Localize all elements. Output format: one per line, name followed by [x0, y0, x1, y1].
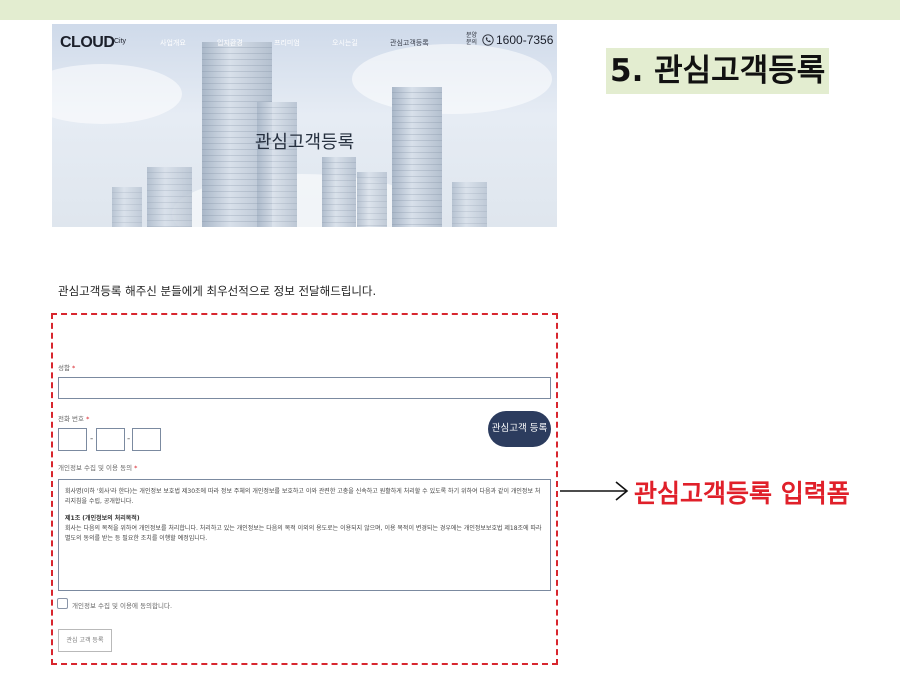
consent-agree-text[interactable]: 개인정보 수집 및 이용에 동의합니다. [72, 600, 172, 610]
required-mark: * [134, 464, 138, 472]
logo-subtitle: City [114, 38, 127, 45]
section-title: 5. 관심고객등록 [606, 48, 830, 94]
required-mark: * [86, 415, 90, 423]
hero-title: 관심고객등록 [254, 132, 355, 153]
logo[interactable]: CLOUD [60, 34, 115, 52]
nav-item-premium[interactable]: 프리미엄 [274, 38, 300, 48]
phone-icon [482, 34, 494, 46]
hero-nav: CLOUD City 사업개요 입지환경 프리미엄 오시는길 관심고객등록 분양… [52, 24, 557, 52]
phone-separator: - [90, 434, 94, 444]
phone-label-text: 전화 번호 [58, 415, 84, 423]
hero-banner: CLOUD City 사업개요 입지환경 프리미엄 오시는길 관심고객등록 분양… [52, 24, 557, 227]
nav-item-location[interactable]: 입지환경 [217, 38, 243, 48]
nav-item-overview[interactable]: 사업개요 [160, 38, 186, 48]
nav-item-register[interactable]: 관심고객등록 [390, 38, 429, 48]
phone-label: 분양문의 [466, 32, 478, 46]
intro-text: 관심고객등록 해주신 분들에게 최우선적으로 정보 전달해드립니다. [58, 284, 377, 298]
name-label-text: 성함 [58, 364, 70, 372]
phone-number[interactable]: 1600-7356 [496, 33, 553, 47]
phone-separator: - [127, 434, 131, 444]
required-mark: * [72, 364, 76, 372]
phone-input-2[interactable] [96, 428, 125, 451]
privacy-terms-box[interactable]: 회사명(이하 '회사'라 한다)는 개인정보 보호법 제30조에 따라 정보 주… [58, 479, 551, 591]
name-input[interactable] [58, 377, 551, 399]
form-annotation: 관심고객등록 입력폼 [634, 479, 850, 508]
terms-heading: 제1조 (개인정보의 처리목적) [65, 515, 140, 522]
submit-button[interactable]: 관심 고객 등록 [58, 629, 112, 652]
consent-checkbox[interactable] [57, 598, 68, 609]
terms-intro: 회사명(이하 '회사'라 한다)는 개인정보 보호법 제30조에 따라 정보 주… [65, 488, 541, 505]
consent-label: 개인정보 수집 및 이용 동의 * [58, 462, 137, 472]
phone-input-1[interactable] [58, 428, 87, 451]
phone-field-label: 전화 번호 * [58, 413, 89, 423]
arrow-right-icon [560, 481, 629, 501]
nav-item-directions[interactable]: 오시는길 [332, 38, 358, 48]
phone-input-3[interactable] [132, 428, 161, 451]
terms-body: 회사는 다음의 목적을 위하여 개인정보를 처리합니다. 처리하고 있는 개인정… [65, 525, 542, 542]
register-button[interactable]: 관심고객 등록 [488, 411, 551, 447]
top-bar [0, 0, 900, 20]
consent-label-text: 개인정보 수집 및 이용 동의 [58, 464, 133, 472]
name-label: 성함 * [58, 362, 75, 372]
